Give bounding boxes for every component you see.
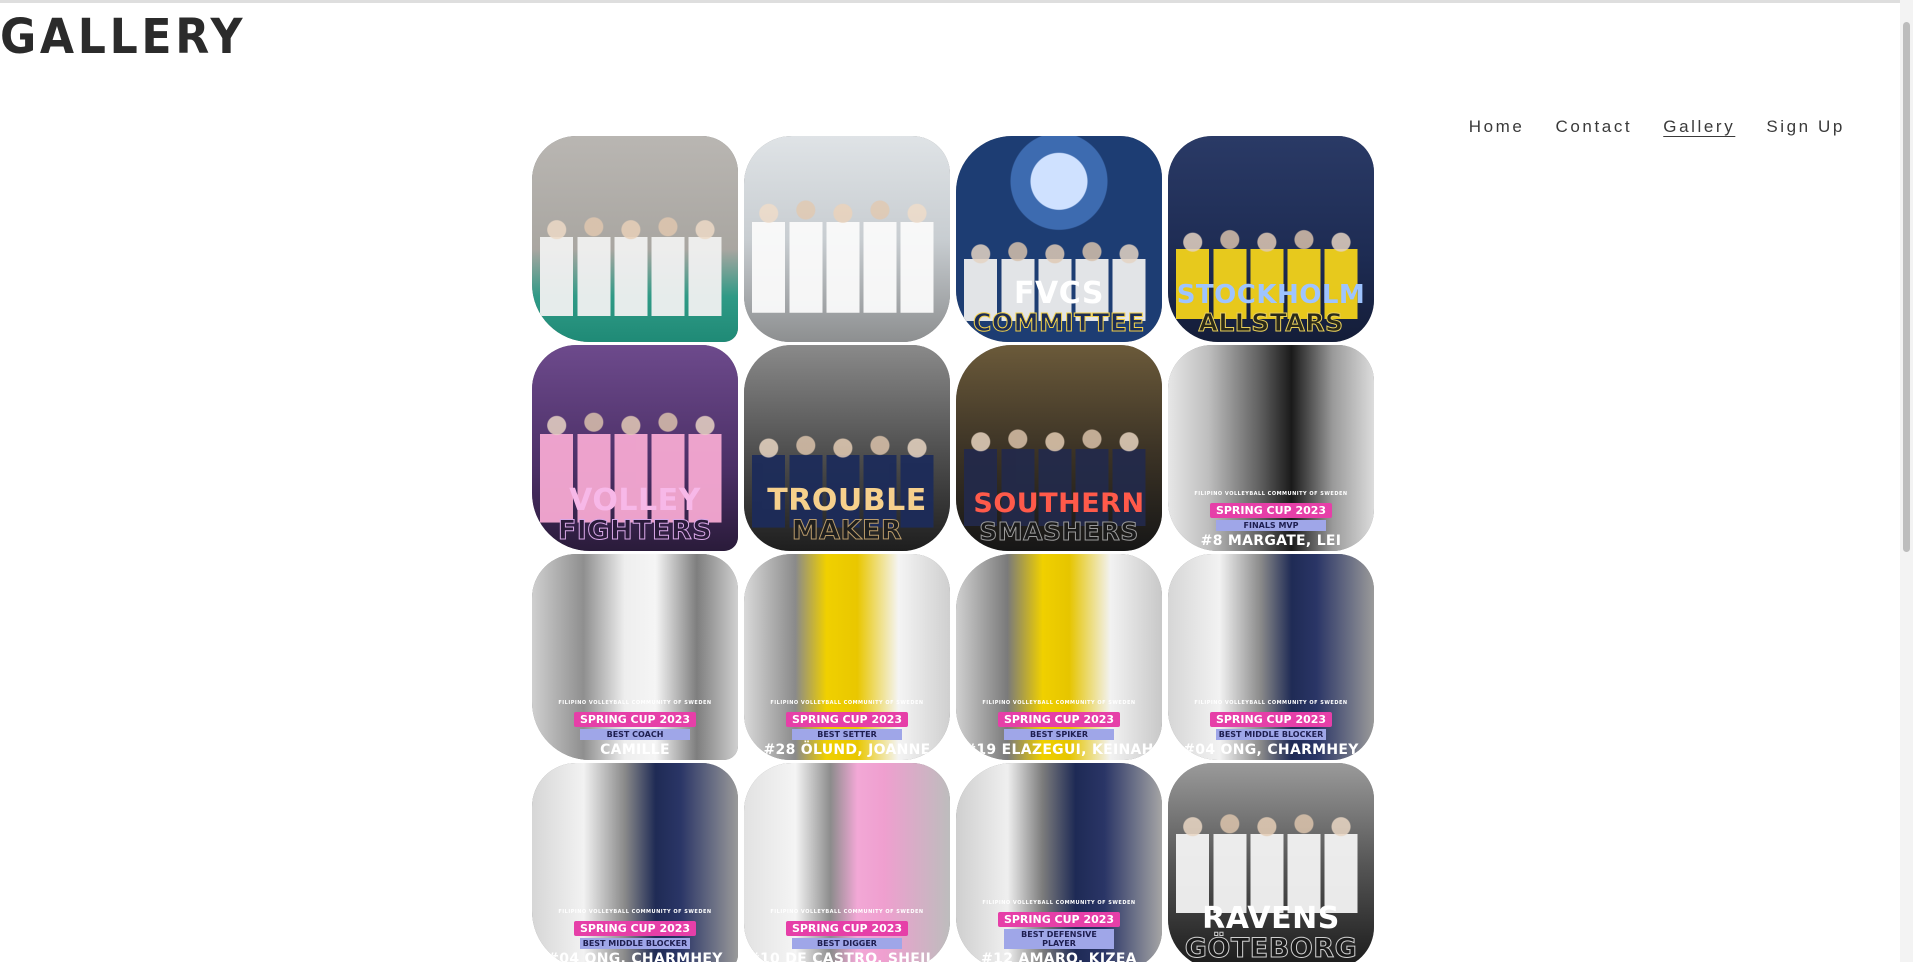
team-caption: STOCKHOLM ALLSTARS (1176, 280, 1366, 337)
award-caption: FILIPINO VOLLEYBALL COMMUNITY OF SWEDEN … (964, 700, 1154, 758)
gallery-photo-trouble-maker[interactable]: TROUBLE MAKER (744, 345, 950, 551)
gallery-grid: FVCS COMMITTEE STOCKHOLM ALLSTARS VOLLEY… (532, 136, 1374, 962)
award-caption: FILIPINO VOLLEYBALL COMMUNITY OF SWEDEN … (747, 909, 947, 962)
gallery-photo-ravens-goteborg[interactable]: RAVENS GÖTEBORG (1168, 763, 1374, 962)
award-caption: FILIPINO VOLLEYBALL COMMUNITY OF SWEDEN … (1183, 700, 1359, 758)
team-caption: FVCS COMMITTEE (973, 276, 1146, 337)
gallery-photo-stockholm-allstars[interactable]: STOCKHOLM ALLSTARS (1168, 136, 1374, 342)
page: GALLERY Home Contact Gallery Sign Up FVC… (0, 0, 1913, 962)
players-silhouette (744, 177, 950, 342)
nav-contact-link[interactable]: Contact (1555, 116, 1632, 138)
gallery-photo-volley-fighters[interactable]: VOLLEY FIGHTERS (532, 345, 738, 551)
gallery-photo-award-best-coach[interactable]: FILIPINO VOLLEYBALL COMMUNITY OF SWEDEN … (532, 554, 738, 760)
vertical-scrollbar[interactable] (1900, 0, 1913, 962)
gallery-photo-fvcs-committee[interactable]: FVCS COMMITTEE (956, 136, 1162, 342)
main-nav: Home Contact Gallery Sign Up (1469, 116, 1845, 138)
scrollbar-thumb[interactable] (1903, 22, 1910, 552)
gallery-photo-award-best-spiker[interactable]: FILIPINO VOLLEYBALL COMMUNITY OF SWEDEN … (956, 554, 1162, 760)
team-caption: RAVENS GÖTEBORG (1184, 901, 1358, 962)
award-caption: FILIPINO VOLLEYBALL COMMUNITY OF SWEDEN … (1194, 491, 1348, 549)
gallery-photo-award-finals-mvp[interactable]: FILIPINO VOLLEYBALL COMMUNITY OF SWEDEN … (1168, 345, 1374, 551)
team-caption: SOUTHERN SMASHERS (973, 488, 1145, 546)
gallery-photo-award-best-setter[interactable]: FILIPINO VOLLEYBALL COMMUNITY OF SWEDEN … (744, 554, 950, 760)
players-silhouette (532, 197, 738, 342)
top-divider (0, 0, 1913, 3)
nav-home-link[interactable]: Home (1469, 116, 1525, 138)
award-caption: FILIPINO VOLLEYBALL COMMUNITY OF SWEDEN … (558, 700, 712, 758)
gallery-photo-team-gym[interactable] (532, 136, 738, 342)
nav-gallery-link[interactable]: Gallery (1663, 116, 1735, 138)
gallery-photo-award-best-middle-blocker-2[interactable]: FILIPINO VOLLEYBALL COMMUNITY OF SWEDEN … (532, 763, 738, 962)
nav-signup-link[interactable]: Sign Up (1766, 116, 1845, 138)
gallery-photo-award-best-middle-blocker[interactable]: FILIPINO VOLLEYBALL COMMUNITY OF SWEDEN … (1168, 554, 1374, 760)
page-title: GALLERY (0, 9, 247, 65)
gallery-photo-team-hall[interactable] (744, 136, 950, 342)
award-caption: FILIPINO VOLLEYBALL COMMUNITY OF SWEDEN … (763, 700, 931, 758)
team-caption: VOLLEY FIGHTERS (557, 483, 713, 546)
gallery-photo-southern-smashers[interactable]: SOUTHERN SMASHERS (956, 345, 1162, 551)
award-caption: FILIPINO VOLLEYBALL COMMUNITY OF SWEDEN … (547, 909, 723, 962)
gallery-photo-award-best-digger[interactable]: FILIPINO VOLLEYBALL COMMUNITY OF SWEDEN … (744, 763, 950, 962)
award-caption: FILIPINO VOLLEYBALL COMMUNITY OF SWEDEN … (981, 900, 1137, 962)
gallery-photo-award-best-defensive-player[interactable]: FILIPINO VOLLEYBALL COMMUNITY OF SWEDEN … (956, 763, 1162, 962)
team-caption: TROUBLE MAKER (767, 483, 927, 546)
